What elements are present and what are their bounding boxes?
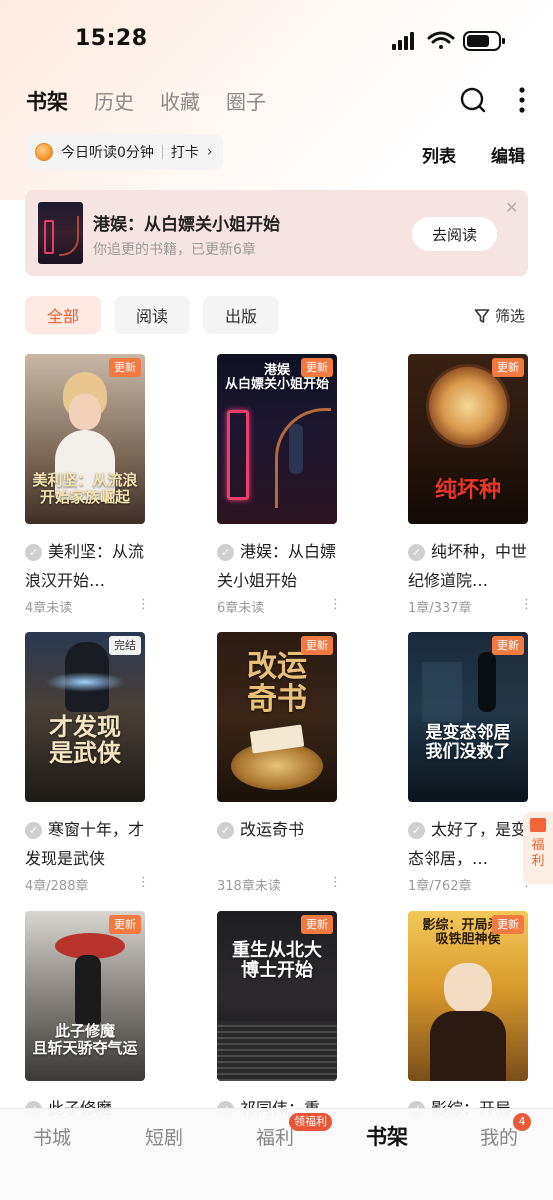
book-cover[interactable]: 是变态邻居 我们没救了 更新 — [408, 632, 528, 802]
tab-circle[interactable]: 圈子 — [226, 86, 266, 116]
banner-title: 港娱：从白嫖关小姐开始 — [93, 215, 280, 235]
wifi-icon — [427, 31, 455, 49]
cover-title: 是变态邻居 我们没救了 — [425, 723, 511, 762]
edit-button[interactable]: 编辑 — [491, 142, 525, 167]
close-icon[interactable]: ✕ — [505, 198, 518, 217]
book-progress: 4章/288章 — [25, 879, 89, 894]
welfare-float-label: 福利 — [531, 838, 545, 869]
signal-icon — [392, 32, 414, 50]
book-progress: 1章/762章 — [408, 879, 472, 894]
cover-title: 美利坚：从流浪 开始家族崛起 — [32, 471, 138, 506]
checkin-label: 打卡 — [170, 145, 199, 161]
book-progress: 1章/337章 — [408, 601, 472, 616]
update-badge: 更新 — [301, 915, 333, 934]
check-icon: ✓ — [408, 822, 425, 839]
filter-icon — [474, 308, 490, 323]
update-badge: 更新 — [492, 358, 524, 377]
list-view-button[interactable]: 列表 — [422, 142, 456, 167]
finished-badge: 完结 — [109, 636, 141, 655]
coin-icon — [35, 143, 53, 161]
filter-chips: 全部 阅读 出版 — [25, 296, 279, 334]
divider — [161, 145, 163, 159]
book-cover[interactable]: 重生从北大 博士开始 更新 — [217, 911, 337, 1081]
tab-favorites[interactable]: 收藏 — [160, 86, 200, 116]
nav-welfare[interactable]: 福利 — [256, 1123, 294, 1150]
cover-title: 纯坏种 — [434, 477, 501, 503]
update-badge: 更新 — [109, 915, 141, 934]
book-title: ✓ 纯坏种，中世纪修道院… — [408, 542, 528, 590]
check-icon: ✓ — [217, 544, 234, 561]
book-cover[interactable]: 纯坏种 更新 — [408, 354, 528, 524]
check-icon: ✓ — [25, 544, 42, 561]
filter-label: 筛选 — [495, 307, 526, 325]
welfare-float-button[interactable]: 福利 — [523, 812, 553, 884]
cover-title: 才发现 是武侠 — [49, 712, 121, 768]
chip-published[interactable]: 出版 — [203, 296, 279, 334]
welfare-badge: 领福利 — [289, 1113, 332, 1131]
check-icon: ✓ — [25, 822, 42, 839]
book-cover[interactable]: 才发现 是武侠 完结 — [25, 632, 145, 802]
go-read-button[interactable]: 去阅读 — [412, 217, 497, 251]
update-banner[interactable]: 港娱：从白嫖关小姐开始 你追更的书籍，已更新6章 去阅读 ✕ — [25, 190, 528, 276]
book-title: ✓ 太好了，是变态邻居，… — [408, 820, 528, 868]
banner-book-cover — [38, 202, 83, 264]
chip-reading[interactable]: 阅读 — [114, 296, 190, 334]
book-cover[interactable]: 美利坚：从流浪 开始家族崛起 更新 — [25, 354, 145, 524]
book-title: ✓ 寒窗十年，才发现是武侠 — [25, 820, 145, 868]
check-icon: ✓ — [408, 544, 425, 561]
book-title: ✓ 港娱：从白嫖关小姐开始 — [217, 542, 337, 590]
book-cover[interactable]: 影综：开局杀一 吸铁胆神侯 更新 — [408, 911, 528, 1081]
book-cover[interactable]: 港娱 从白嫖关小姐开始 更新 — [217, 354, 337, 524]
cover-title: 重生从北大 博士开始 — [232, 940, 322, 981]
filter-button[interactable]: 筛选 — [474, 305, 525, 326]
notification-badge: 4 — [513, 1113, 531, 1131]
book-progress: 318章未读 — [217, 879, 281, 894]
book-progress: 6章未读 — [217, 601, 265, 616]
tab-history[interactable]: 历史 — [94, 86, 134, 116]
nav-mine[interactable]: 我的 — [480, 1123, 518, 1150]
cover-title: 此子修魔 且斩天骄夺气运 — [32, 1022, 138, 1057]
update-badge: 更新 — [492, 636, 524, 655]
search-icon[interactable] — [459, 86, 487, 114]
battery-icon — [463, 31, 505, 51]
chevron-right-icon: › — [206, 144, 213, 160]
status-icons — [390, 28, 510, 54]
tab-bookshelf[interactable]: 书架 — [26, 86, 68, 116]
cover-title: 改运 奇书 — [247, 649, 307, 717]
update-badge: 更新 — [301, 636, 333, 655]
bottom-navigation: 书城 短剧 福利 领福利 书架 我的 4 — [0, 1108, 553, 1200]
update-badge: 更新 — [109, 358, 141, 377]
more-vertical-icon[interactable]: ⋮ — [520, 597, 533, 612]
book-cover[interactable]: 此子修魔 且斩天骄夺气运 更新 — [25, 911, 145, 1081]
book-title: ✓ 改运奇书 — [217, 815, 337, 844]
update-badge: 更新 — [301, 358, 333, 377]
chip-all[interactable]: 全部 — [25, 296, 101, 334]
more-vertical-icon[interactable]: ⋮ — [137, 875, 150, 890]
more-vertical-icon[interactable]: ⋮ — [137, 597, 150, 612]
book-progress: 4章未读 — [25, 601, 73, 616]
listen-time-text: 今日听读0分钟 — [61, 145, 154, 161]
nav-bookshelf[interactable]: 书架 — [366, 1121, 408, 1151]
listen-checkin-bar[interactable]: 今日听读0分钟 打卡 › — [25, 134, 223, 170]
nav-short-drama[interactable]: 短剧 — [145, 1123, 183, 1150]
status-time: 15:28 — [75, 26, 148, 51]
shelf-tabs: 书架 历史 收藏 圈子 — [26, 86, 266, 116]
update-badge: 更新 — [492, 915, 524, 934]
more-icon[interactable] — [514, 86, 530, 114]
nav-bookstore[interactable]: 书城 — [33, 1123, 71, 1150]
banner-subtitle: 你追更的书籍，已更新6章 — [93, 242, 256, 258]
book-title: ✓ 美利坚：从流浪汉开始… — [25, 542, 145, 590]
more-vertical-icon[interactable]: ⋮ — [329, 875, 342, 890]
check-icon: ✓ — [217, 822, 234, 839]
book-cover[interactable]: 改运 奇书 更新 — [217, 632, 337, 802]
more-vertical-icon[interactable]: ⋮ — [329, 597, 342, 612]
red-envelope-icon — [530, 818, 546, 832]
